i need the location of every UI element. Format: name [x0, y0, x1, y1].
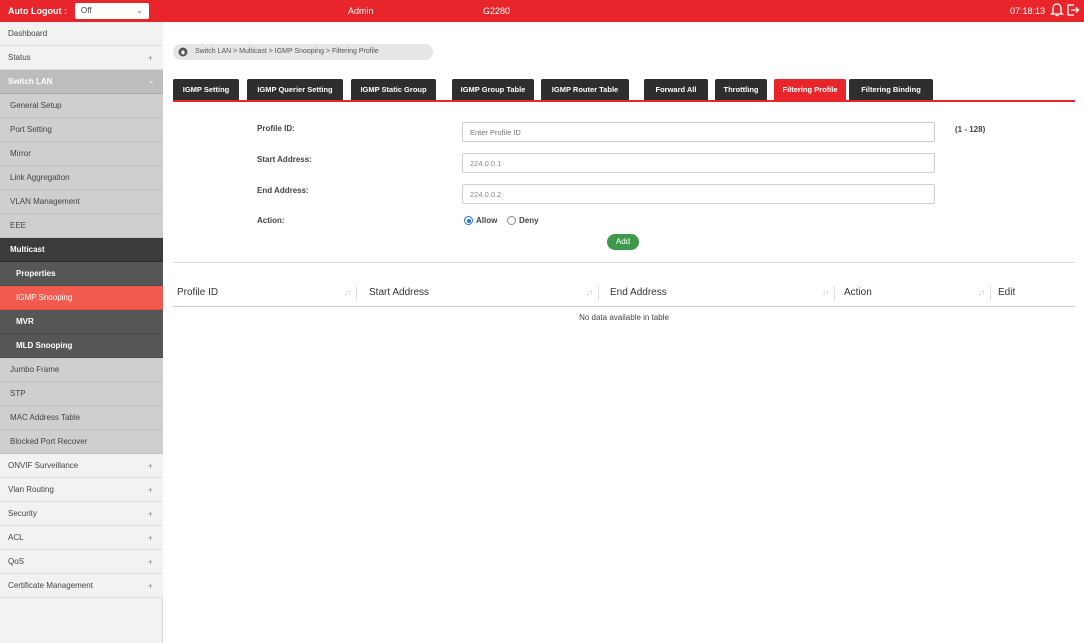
- sidebar-item-vlan-management[interactable]: VLAN Management: [0, 190, 163, 214]
- deny-radio[interactable]: [507, 216, 516, 225]
- sidebar-item-igmp-snooping[interactable]: IGMP Snooping: [0, 286, 163, 310]
- sidebar-item-port-setting[interactable]: Port Setting: [0, 118, 163, 142]
- expand-icon: +: [147, 485, 153, 495]
- action-label: Action:: [257, 216, 285, 225]
- allow-radio-label[interactable]: Allow: [476, 215, 497, 227]
- tab-underline: [173, 100, 1075, 102]
- sort-icon[interactable]: ↓↑: [822, 283, 829, 303]
- sidebar-item-onvif-surveillance[interactable]: ONVIF Surveillance +: [0, 454, 163, 478]
- column-divider: [834, 286, 835, 301]
- system-clock: 07:18:13: [1010, 6, 1046, 16]
- form-divider: [173, 262, 1075, 263]
- expand-icon: +: [147, 581, 153, 591]
- auto-logout-value: Off: [81, 6, 92, 15]
- expand-icon: +: [147, 53, 153, 63]
- sort-icon[interactable]: ↓↑: [344, 283, 351, 303]
- breadcrumb: Switch LAN > Multicast > IGMP Snooping >…: [173, 44, 433, 60]
- sidebar-item-properties[interactable]: Properties: [0, 262, 163, 286]
- sidebar-item-certificate-management[interactable]: Certificate Management +: [0, 574, 163, 598]
- expand-icon: +: [147, 509, 153, 519]
- column-divider: [990, 286, 991, 301]
- sidebar-item-jumbo-frame[interactable]: Jumbo Frame: [0, 358, 163, 382]
- start-address-input[interactable]: [462, 153, 935, 173]
- column-header-end-address[interactable]: End Address: [610, 283, 667, 303]
- expand-icon: +: [147, 461, 153, 471]
- column-header-profile-id[interactable]: Profile ID: [177, 283, 218, 303]
- tab-igmp-group-table[interactable]: IGMP Group Table: [452, 79, 534, 100]
- sidebar-item-eee[interactable]: EEE: [0, 214, 163, 238]
- sort-icon[interactable]: ↓↑: [586, 283, 593, 303]
- column-header-edit: Edit: [998, 287, 1016, 298]
- collapse-icon: -: [150, 77, 153, 87]
- tab-igmp-setting[interactable]: IGMP Setting: [173, 79, 239, 100]
- start-address-label: Start Address:: [257, 155, 312, 164]
- tab-igmp-querier-setting[interactable]: IGMP Querier Setting: [247, 79, 343, 100]
- top-bar: Auto Logout : Off ⌄ Admin G2280 07:18:13: [0, 0, 1084, 22]
- bell-icon[interactable]: [1050, 2, 1064, 18]
- table-header: Profile ID ↓↑ Start Address ↓↑ End Addre…: [173, 283, 1075, 307]
- end-address-label: End Address:: [257, 186, 309, 195]
- allow-radio[interactable]: [464, 216, 473, 225]
- sidebar-item-blocked-port-recover[interactable]: Blocked Port Recover: [0, 430, 163, 454]
- add-button[interactable]: Add: [607, 234, 639, 250]
- home-icon[interactable]: [178, 47, 188, 57]
- breadcrumb-path: Switch LAN > Multicast > IGMP Snooping >…: [195, 48, 379, 55]
- sidebar-item-switch-lan[interactable]: Switch LAN -: [0, 70, 163, 94]
- sidebar-item-mvr[interactable]: MVR: [0, 310, 163, 334]
- tab-throttling[interactable]: Throttling: [715, 79, 767, 100]
- sort-icon[interactable]: ↓↑: [978, 283, 985, 303]
- sidebar: Dashboard Status + Switch LAN - General Se…: [0, 22, 163, 643]
- deny-radio-label[interactable]: Deny: [519, 215, 539, 227]
- sidebar-item-link-aggregation[interactable]: Link Aggregation: [0, 166, 163, 190]
- sidebar-item-dashboard[interactable]: Dashboard: [0, 22, 163, 46]
- sidebar-item-general-setup[interactable]: General Setup: [0, 94, 163, 118]
- tab-filtering-profile[interactable]: Filtering Profile: [774, 79, 846, 100]
- sidebar-item-qos[interactable]: QoS +: [0, 550, 163, 574]
- column-header-start-address[interactable]: Start Address: [369, 283, 429, 303]
- sidebar-item-multicast[interactable]: Multicast: [0, 238, 163, 262]
- auto-logout-select[interactable]: Off ⌄: [75, 3, 149, 19]
- tab-filtering-binding[interactable]: Filtering Binding: [849, 79, 933, 100]
- tab-igmp-router-table[interactable]: IGMP Router Table: [541, 79, 629, 100]
- profile-id-label: Profile ID:: [257, 124, 295, 133]
- sidebar-item-mirror[interactable]: Mirror: [0, 142, 163, 166]
- sidebar-item-mld-snooping[interactable]: MLD Snooping: [0, 334, 163, 358]
- user-name[interactable]: Admin: [348, 4, 374, 18]
- sidebar-item-status[interactable]: Status +: [0, 46, 163, 70]
- column-divider: [598, 286, 599, 301]
- end-address-input[interactable]: [462, 184, 935, 204]
- sidebar-item-security[interactable]: Security +: [0, 502, 163, 526]
- tab-igmp-static-group[interactable]: IGMP Static Group: [351, 79, 436, 100]
- chevron-down-icon: ⌄: [136, 6, 143, 15]
- expand-icon: +: [147, 557, 153, 567]
- table-empty-message: No data available in table: [579, 313, 669, 322]
- profile-id-input[interactable]: [462, 122, 935, 142]
- sidebar-item-vlan-routing[interactable]: Vlan Routing +: [0, 478, 163, 502]
- tab-forward-all[interactable]: Forward All: [644, 79, 708, 100]
- profile-id-range: (1 - 128): [955, 125, 986, 134]
- sidebar-item-mac-address-table[interactable]: MAC Address Table: [0, 406, 163, 430]
- expand-icon: +: [147, 533, 153, 543]
- device-model: G2280: [483, 6, 511, 16]
- column-header-action[interactable]: Action: [844, 283, 872, 303]
- logout-icon[interactable]: [1066, 2, 1080, 18]
- sidebar-item-stp[interactable]: STP: [0, 382, 163, 406]
- auto-logout-label: Auto Logout :: [8, 6, 67, 16]
- column-divider: [356, 286, 357, 301]
- sidebar-item-acl[interactable]: ACL +: [0, 526, 163, 550]
